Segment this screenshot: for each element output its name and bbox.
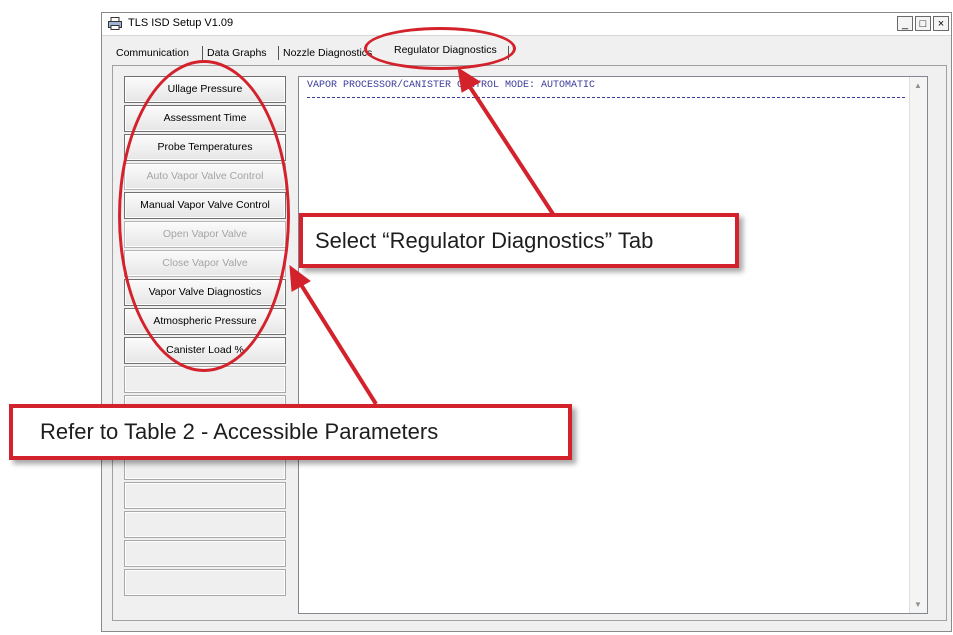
control-mode-line: VAPOR PROCESSOR/CANISTER CONTROL MODE: A… xyxy=(307,80,596,91)
window-title: TLS ISD Setup V1.09 xyxy=(128,17,234,29)
table-reference-callout: Refer to Table 2 - Accessible Parameters xyxy=(9,404,572,460)
dashed-divider xyxy=(307,97,905,98)
tab-divider xyxy=(202,46,203,60)
printer-icon xyxy=(108,17,122,30)
scroll-up-arrow-icon[interactable]: ▲ xyxy=(914,81,922,90)
tab-highlight-oval xyxy=(364,27,516,70)
select-tab-callout: Select “Regulator Diagnostics” Tab xyxy=(299,213,739,268)
empty-parameter-button[interactable] xyxy=(124,540,286,567)
empty-parameter-button[interactable] xyxy=(124,511,286,538)
maximize-button[interactable]: □ xyxy=(915,16,931,31)
tab-data-graphs[interactable]: Data Graphs xyxy=(207,47,267,59)
minimize-button[interactable]: _ xyxy=(897,16,913,31)
tab-divider xyxy=(278,46,279,60)
scroll-down-arrow-icon[interactable]: ▼ xyxy=(914,600,922,609)
diagnostics-output-area[interactable]: VAPOR PROCESSOR/CANISTER CONTROL MODE: A… xyxy=(298,76,928,614)
tab-communication[interactable]: Communication xyxy=(116,47,189,59)
empty-parameter-button[interactable] xyxy=(124,569,286,596)
title-bar: TLS ISD Setup V1.09 _ □ × xyxy=(102,13,951,36)
tab-nozzle-diagnostics[interactable]: Nozzle Diagnostics xyxy=(283,47,372,59)
buttons-highlight-oval xyxy=(118,60,290,372)
vertical-scrollbar[interactable]: ▲ ▼ xyxy=(909,77,927,613)
close-button[interactable]: × xyxy=(933,16,949,31)
empty-parameter-button[interactable] xyxy=(124,482,286,509)
